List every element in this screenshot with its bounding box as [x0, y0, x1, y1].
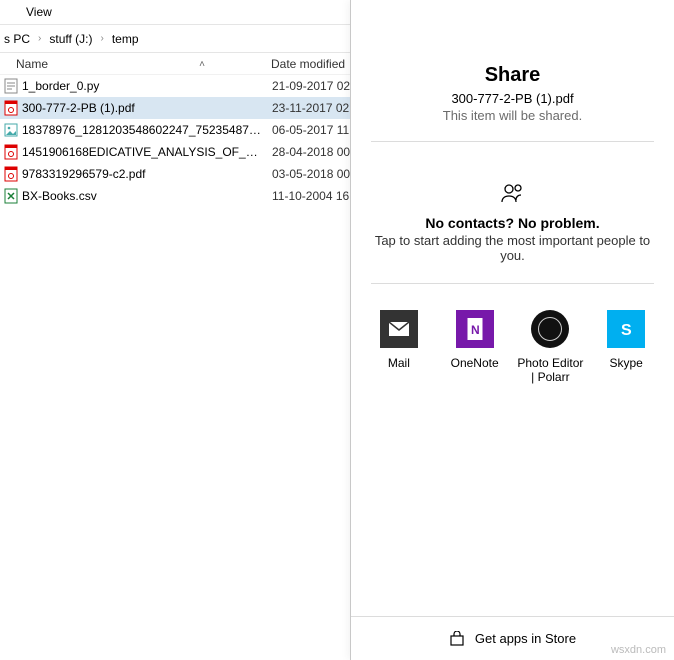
- file-icon: [0, 122, 22, 138]
- contacts-heading: No contacts? No problem.: [351, 215, 674, 231]
- contacts-sub: Tap to start adding the most important p…: [351, 233, 674, 263]
- share-app-mail[interactable]: Mail: [363, 310, 435, 385]
- file-name: 1451906168EDICATIVE_ANALYSIS_OF_DIA...: [22, 145, 266, 159]
- mail-icon: [380, 310, 418, 348]
- onenote-icon: N: [456, 310, 494, 348]
- sort-caret-icon: ˄: [199, 59, 205, 70]
- people-icon: [499, 182, 527, 204]
- file-icon: [0, 78, 22, 94]
- share-app-label: Skype: [590, 356, 662, 370]
- svg-text:N: N: [471, 323, 480, 337]
- chevron-right-icon: ›: [96, 33, 107, 44]
- column-name-label: Name: [16, 57, 48, 71]
- menu-view[interactable]: View: [18, 3, 60, 21]
- file-icon: [0, 144, 22, 160]
- share-panel: Share 300-777-2-PB (1).pdf This item wil…: [350, 0, 674, 660]
- share-apps: Mail N OneNote Photo Editor | Polarr S Skype: [351, 284, 674, 385]
- file-name: 1_border_0.py: [22, 79, 266, 93]
- store-icon: [449, 631, 465, 647]
- file-name: 18378976_1281203548602247_75235487_o...: [22, 123, 266, 137]
- file-date: 11-10-2004 16: [266, 189, 349, 203]
- file-date: 23-11-2017 02: [266, 101, 349, 115]
- share-app-polarr[interactable]: Photo Editor | Polarr: [515, 310, 587, 385]
- file-date: 28-04-2018 00: [266, 145, 350, 159]
- watermark: wsxdn.com: [611, 644, 666, 656]
- file-date: 03-05-2018 00: [266, 167, 350, 181]
- file-icon: [0, 166, 22, 182]
- file-name: 9783319296579-c2.pdf: [22, 167, 266, 181]
- share-title: Share: [351, 64, 674, 87]
- file-name: BX-Books.csv: [22, 189, 266, 203]
- column-name[interactable]: Name ˄: [0, 57, 265, 71]
- file-date: 06-05-2017 11: [266, 123, 349, 137]
- share-app-label: OneNote: [439, 356, 511, 370]
- share-app-skype[interactable]: S Skype: [590, 310, 662, 385]
- breadcrumb-item[interactable]: temp: [108, 32, 143, 46]
- polarr-icon: [531, 310, 569, 348]
- share-app-onenote[interactable]: N OneNote: [439, 310, 511, 385]
- store-label: Get apps in Store: [475, 631, 576, 646]
- breadcrumb-item[interactable]: stuff (J:): [45, 32, 96, 46]
- svg-text:S: S: [621, 322, 632, 339]
- share-app-label: Mail: [363, 356, 435, 370]
- skype-icon: S: [607, 310, 645, 348]
- share-note: This item will be shared.: [351, 108, 674, 123]
- contacts-block[interactable]: No contacts? No problem. Tap to start ad…: [351, 142, 674, 263]
- share-filename: 300-777-2-PB (1).pdf: [351, 91, 674, 106]
- file-icon: [0, 100, 22, 116]
- file-icon: [0, 188, 22, 204]
- chevron-right-icon: ›: [34, 33, 45, 44]
- file-date: 21-09-2017 02: [266, 79, 350, 93]
- breadcrumb-item[interactable]: s PC: [0, 32, 34, 46]
- share-app-label: Photo Editor | Polarr: [515, 356, 587, 385]
- file-name: 300-777-2-PB (1).pdf: [22, 101, 266, 115]
